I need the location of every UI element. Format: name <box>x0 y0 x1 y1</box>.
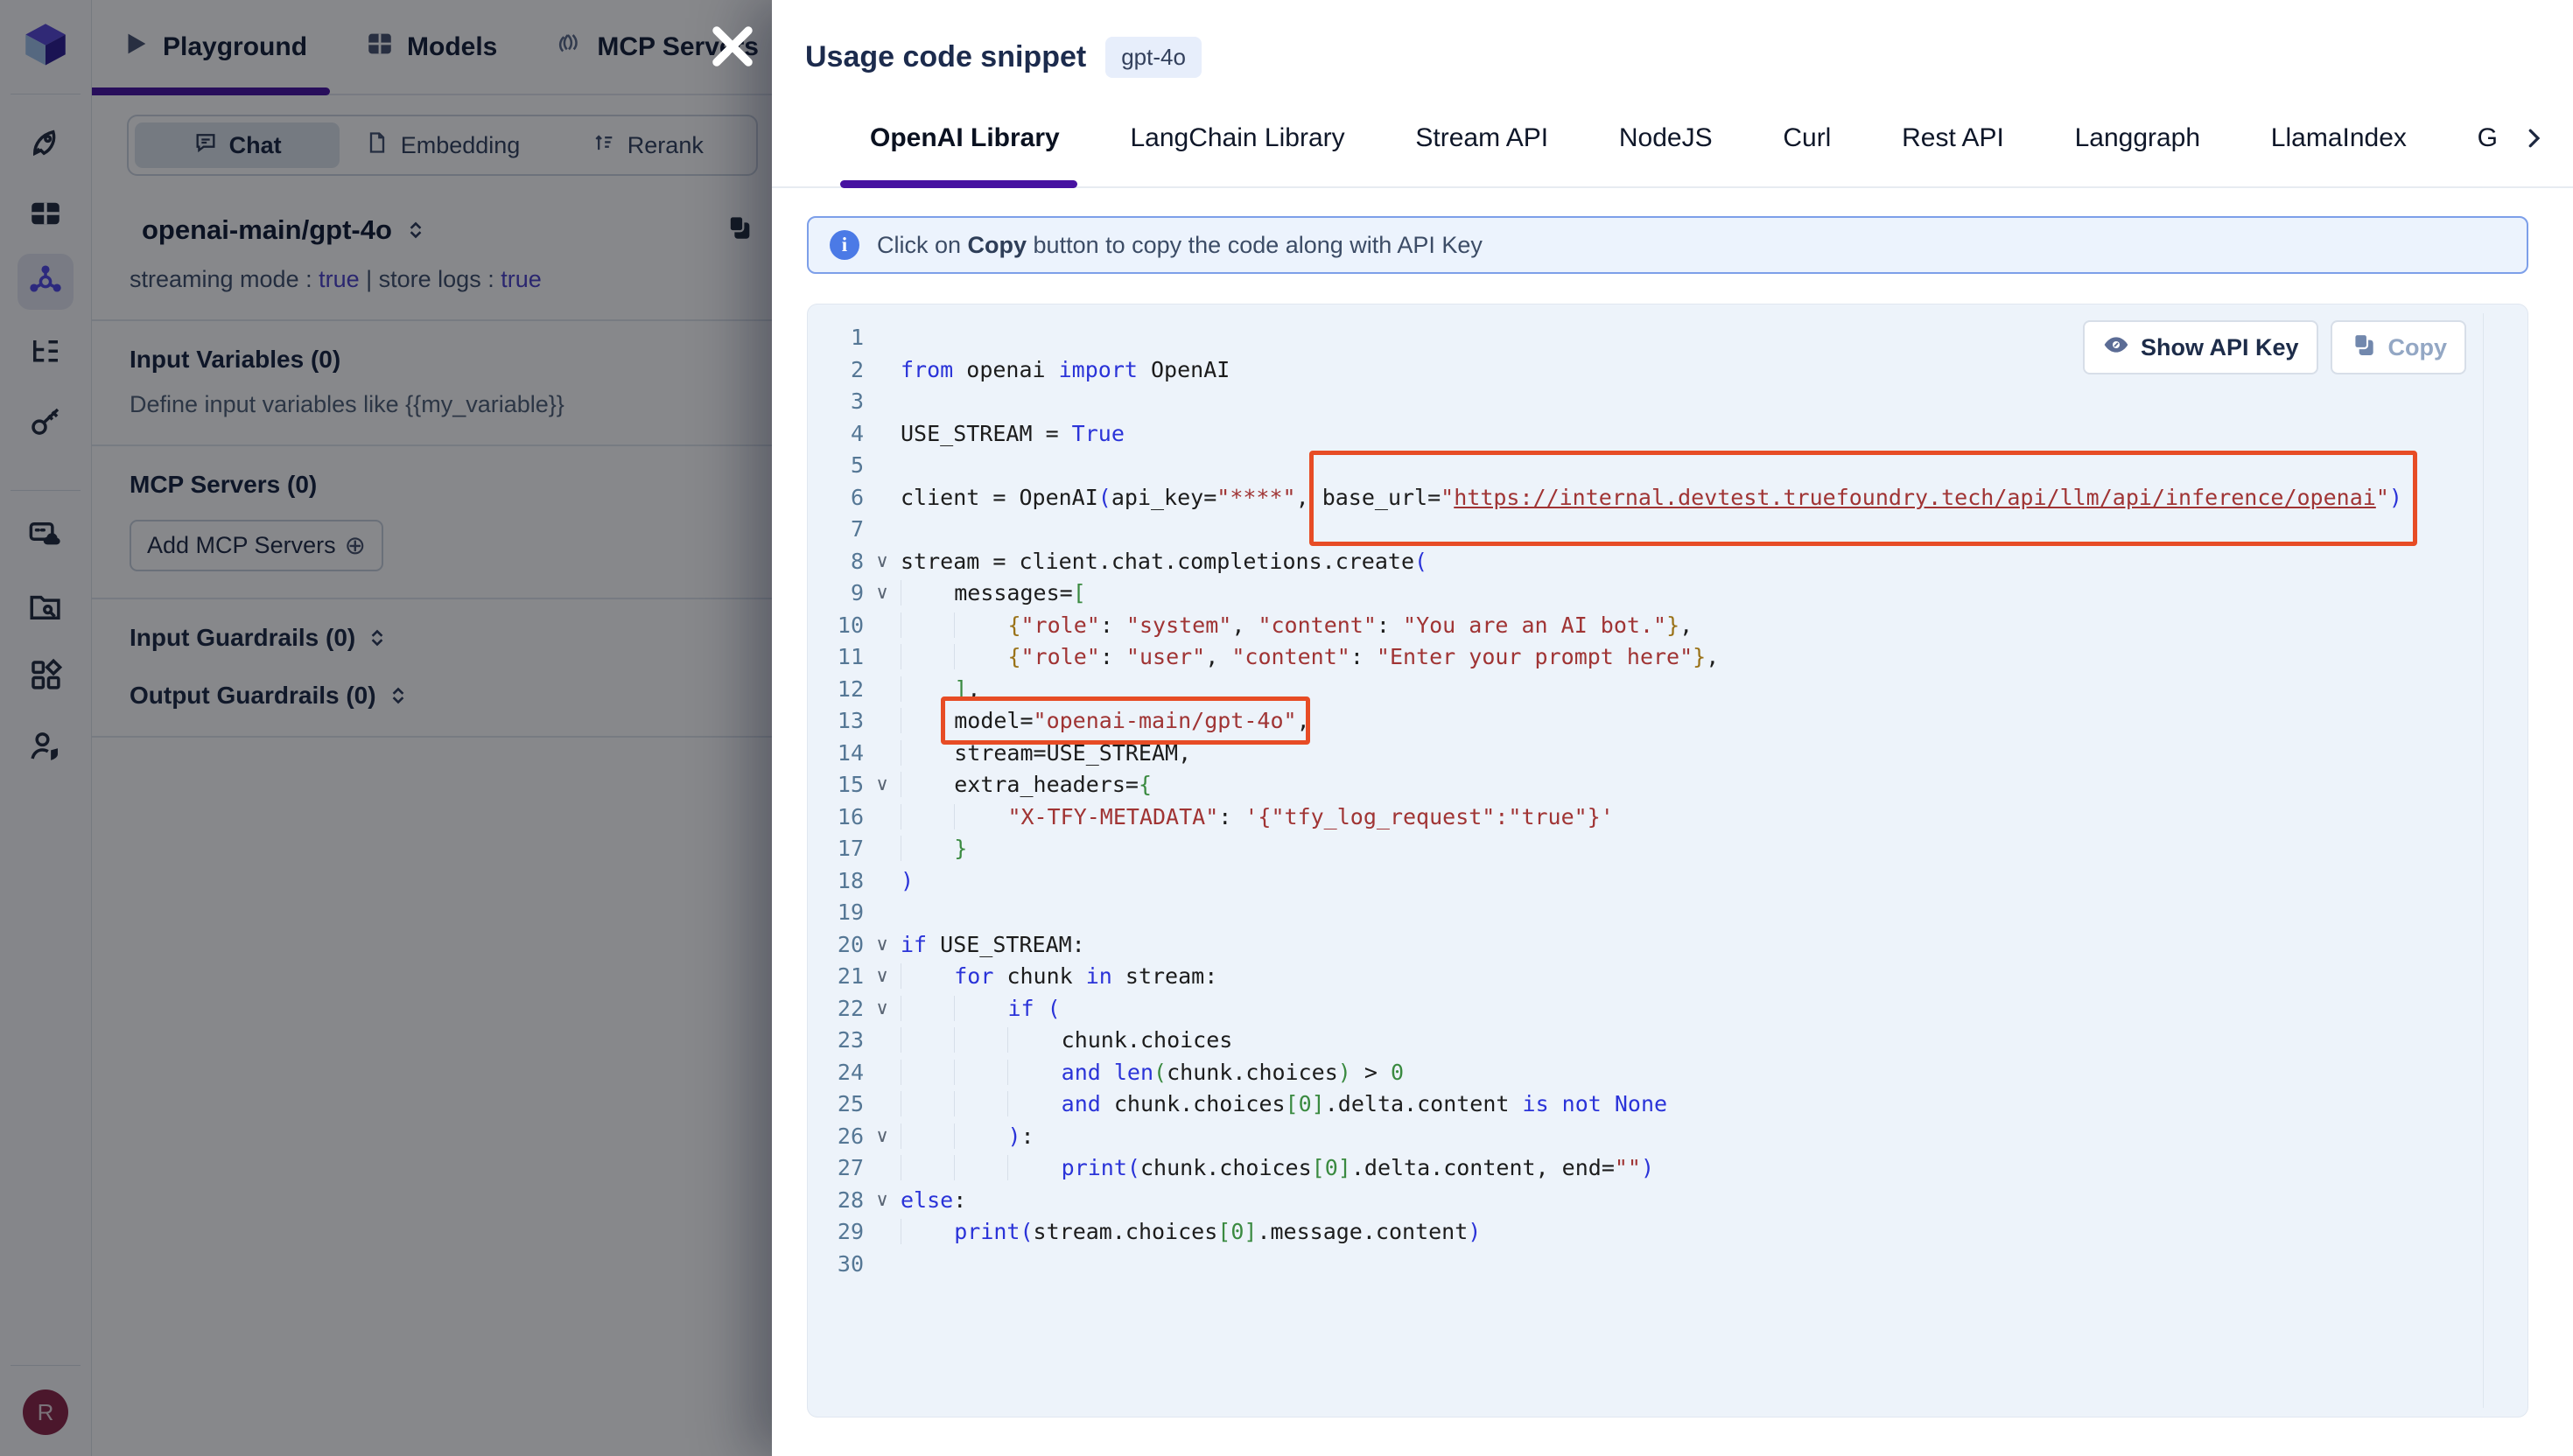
code-line: 8∨stream = client.chat.completions.creat… <box>820 546 2466 578</box>
modal-tab-llamaindex[interactable]: LlamaIndex <box>2271 90 2407 186</box>
fold-spacer <box>864 641 901 674</box>
code-line: 21∨ for chunk in stream: <box>820 961 2466 993</box>
fold-chevron-icon[interactable]: ∨ <box>864 578 901 610</box>
code-block: Show API Key Copy 12from openai import O… <box>807 304 2528 1418</box>
code-line: 26∨ ): <box>820 1121 2466 1153</box>
modal-tab-curl[interactable]: Curl <box>1783 90 1831 186</box>
fold-spacer <box>864 1249 901 1281</box>
usage-code-snippet-modal: Usage code snippet gpt-4o OpenAI Library… <box>772 0 2573 1456</box>
copy-button[interactable]: Copy <box>2331 320 2467 374</box>
app: R Playground Models MCP Servers Chat <box>0 0 2573 1456</box>
code-line: 29 print(stream.choices[0].message.conte… <box>820 1216 2466 1249</box>
code-line: 22∨ if ( <box>820 993 2466 1026</box>
code-line: 15∨ extra_headers={ <box>820 769 2466 802</box>
code-line: 3 <box>820 386 2466 418</box>
highlight-box: base_url="https://internal.devtest.truef… <box>1309 451 2417 546</box>
modal-tab-nodejs[interactable]: NodeJS <box>1619 90 1713 186</box>
fold-spacer <box>864 833 901 865</box>
code-line: 11 {"role": "user", "content": "Enter yo… <box>820 641 2466 674</box>
code-line: 13 model="openai-main/gpt-4o", <box>820 705 2466 738</box>
fold-spacer <box>864 1057 901 1089</box>
code-line: 18) <box>820 865 2466 898</box>
modal-backdrop[interactable] <box>0 0 772 1456</box>
fold-spacer <box>864 418 901 451</box>
fold-spacer <box>864 1088 901 1121</box>
code-lines[interactable]: 12from openai import OpenAI34USE_STREAM … <box>808 304 2527 1417</box>
code-line: 30 <box>820 1249 2466 1281</box>
modal-header: Usage code snippet gpt-4o <box>772 0 2573 78</box>
code-line: 17 } <box>820 833 2466 865</box>
fold-spacer <box>864 1152 901 1185</box>
show-api-key-button[interactable]: Show API Key <box>2083 320 2318 374</box>
modal-tab-rest-api[interactable]: Rest API <box>1902 90 2004 186</box>
modal-tabs-row: OpenAI Library LangChain Library Stream AP… <box>772 90 2573 188</box>
code-line: 23 chunk.choices <box>820 1025 2466 1057</box>
fold-chevron-icon[interactable]: ∨ <box>864 993 901 1026</box>
modal-tab-langchain-library[interactable]: LangChain Library <box>1130 90 1344 186</box>
fold-spacer <box>864 802 901 834</box>
fold-spacer <box>864 1025 901 1057</box>
code-line: 27 print(chunk.choices[0].delta.content,… <box>820 1152 2466 1185</box>
info-icon: i <box>830 230 859 260</box>
info-banner-text: Click on Copy button to copy the code al… <box>877 232 1483 259</box>
fold-chevron-icon[interactable]: ∨ <box>864 1185 901 1217</box>
code-line: 20∨if USE_STREAM: <box>820 929 2466 962</box>
info-banner: i Click on Copy button to copy the code … <box>807 216 2528 274</box>
code-line: 24 and len(chunk.choices) > 0 <box>820 1057 2466 1089</box>
modal-title: Usage code snippet <box>805 40 1086 74</box>
copy-icon <box>2350 331 2378 365</box>
fold-spacer <box>864 322 901 354</box>
fold-spacer <box>864 738 901 770</box>
code-line: 19 <box>820 897 2466 929</box>
code-line: 4USE_STREAM = True <box>820 418 2466 451</box>
modal-tab-stream-api[interactable]: Stream API <box>1415 90 1548 186</box>
fold-spacer <box>864 354 901 387</box>
modal-tab-openai-library[interactable]: OpenAI Library <box>870 90 1060 186</box>
fold-spacer <box>864 1216 901 1249</box>
code-line: 6client = OpenAI(api_key="****", base_ur… <box>820 482 2466 514</box>
fold-spacer <box>864 450 901 482</box>
fold-spacer <box>864 514 901 546</box>
fold-spacer <box>864 897 901 929</box>
modal-tab-g[interactable]: G <box>2478 90 2498 186</box>
fold-spacer <box>864 482 901 514</box>
modal-tabs: OpenAI Library LangChain Library Stream AP… <box>870 90 2498 186</box>
fold-spacer <box>864 705 901 738</box>
fold-chevron-icon[interactable]: ∨ <box>864 546 901 578</box>
fold-spacer <box>864 865 901 898</box>
code-line: 25 and chunk.choices[0].delta.content is… <box>820 1088 2466 1121</box>
code-line: 28∨else: <box>820 1185 2466 1217</box>
eye-icon <box>2102 331 2130 365</box>
fold-chevron-icon[interactable]: ∨ <box>864 929 901 962</box>
fold-chevron-icon[interactable]: ∨ <box>864 961 901 993</box>
close-icon[interactable] <box>705 19 760 74</box>
code-line: 9∨ messages=[ <box>820 578 2466 610</box>
code-line: 10 {"role": "system", "content": "You ar… <box>820 610 2466 642</box>
model-badge: gpt-4o <box>1105 37 1202 78</box>
fold-chevron-icon[interactable]: ∨ <box>864 769 901 802</box>
code-toolbar: Show API Key Copy <box>2083 320 2466 374</box>
fold-spacer <box>864 386 901 418</box>
fold-spacer <box>864 674 901 706</box>
fold-spacer <box>864 610 901 642</box>
code-line: 16 "X-TFY-METADATA": '{"tfy_log_request"… <box>820 802 2466 834</box>
code-line: 14 stream=USE_STREAM, <box>820 738 2466 770</box>
modal-tab-langgraph[interactable]: Langgraph <box>2075 90 2200 186</box>
fold-chevron-icon[interactable]: ∨ <box>864 1121 901 1153</box>
chevron-right-icon[interactable] <box>2520 125 2547 151</box>
